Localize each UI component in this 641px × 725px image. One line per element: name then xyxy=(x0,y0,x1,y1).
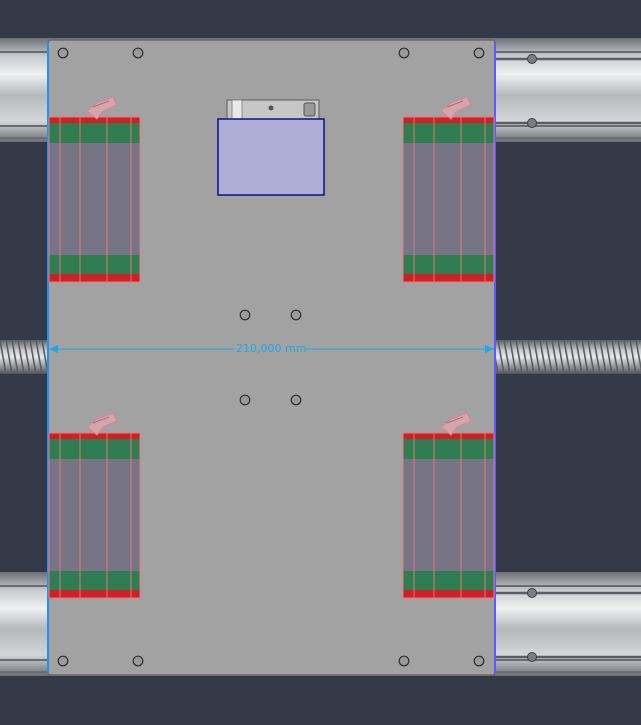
selected-block xyxy=(217,118,325,196)
cad-scene[interactable] xyxy=(0,0,641,725)
mounting-hole xyxy=(57,655,69,667)
dimension-value[interactable]: 210,000 mm xyxy=(236,342,306,356)
carriage-seal-green xyxy=(403,255,494,275)
carriage-seal-red xyxy=(403,117,494,123)
linear-carriage xyxy=(48,412,141,599)
carriage-seal-red xyxy=(403,274,494,282)
mount-block-component[interactable] xyxy=(217,99,325,196)
carriage-seal-red xyxy=(403,433,494,439)
linear-carriage xyxy=(402,412,495,599)
linear-carriage xyxy=(402,96,495,283)
carriage-seal-green xyxy=(403,439,494,459)
clamp-slot xyxy=(303,102,316,117)
rail-bolt xyxy=(527,118,537,128)
mounting-hole xyxy=(239,394,251,406)
rail-bolt xyxy=(527,652,537,662)
mounting-hole xyxy=(398,655,410,667)
mounting-hole xyxy=(473,655,485,667)
mounting-hole xyxy=(239,309,251,321)
mounting-hole xyxy=(398,47,410,59)
carriage-seal-green xyxy=(49,255,140,275)
carriage-seal-green xyxy=(403,123,494,143)
mounting-hole xyxy=(290,309,302,321)
mounting-hole xyxy=(132,47,144,59)
carriage-seal-red xyxy=(49,433,140,439)
rail-bolt xyxy=(527,588,537,598)
clamp-screw-icon xyxy=(268,105,274,111)
clamp-highlight xyxy=(231,99,243,120)
carriage-seal-red xyxy=(49,274,140,282)
rail-bolt xyxy=(527,54,537,64)
mounting-hole xyxy=(290,394,302,406)
mounting-hole xyxy=(473,47,485,59)
carriage-seal-green xyxy=(403,571,494,591)
carriage-seal-red xyxy=(403,590,494,598)
carriage-seal-green xyxy=(49,123,140,143)
cad-viewport[interactable]: 210,000 mm xyxy=(0,0,641,725)
carriage-seal-red xyxy=(49,117,140,123)
carriage-seal-green xyxy=(49,571,140,591)
mounting-hole xyxy=(57,47,69,59)
linear-carriage xyxy=(48,96,141,283)
carriage-seal-green xyxy=(49,439,140,459)
carriage-seal-red xyxy=(49,590,140,598)
mounting-hole xyxy=(132,655,144,667)
